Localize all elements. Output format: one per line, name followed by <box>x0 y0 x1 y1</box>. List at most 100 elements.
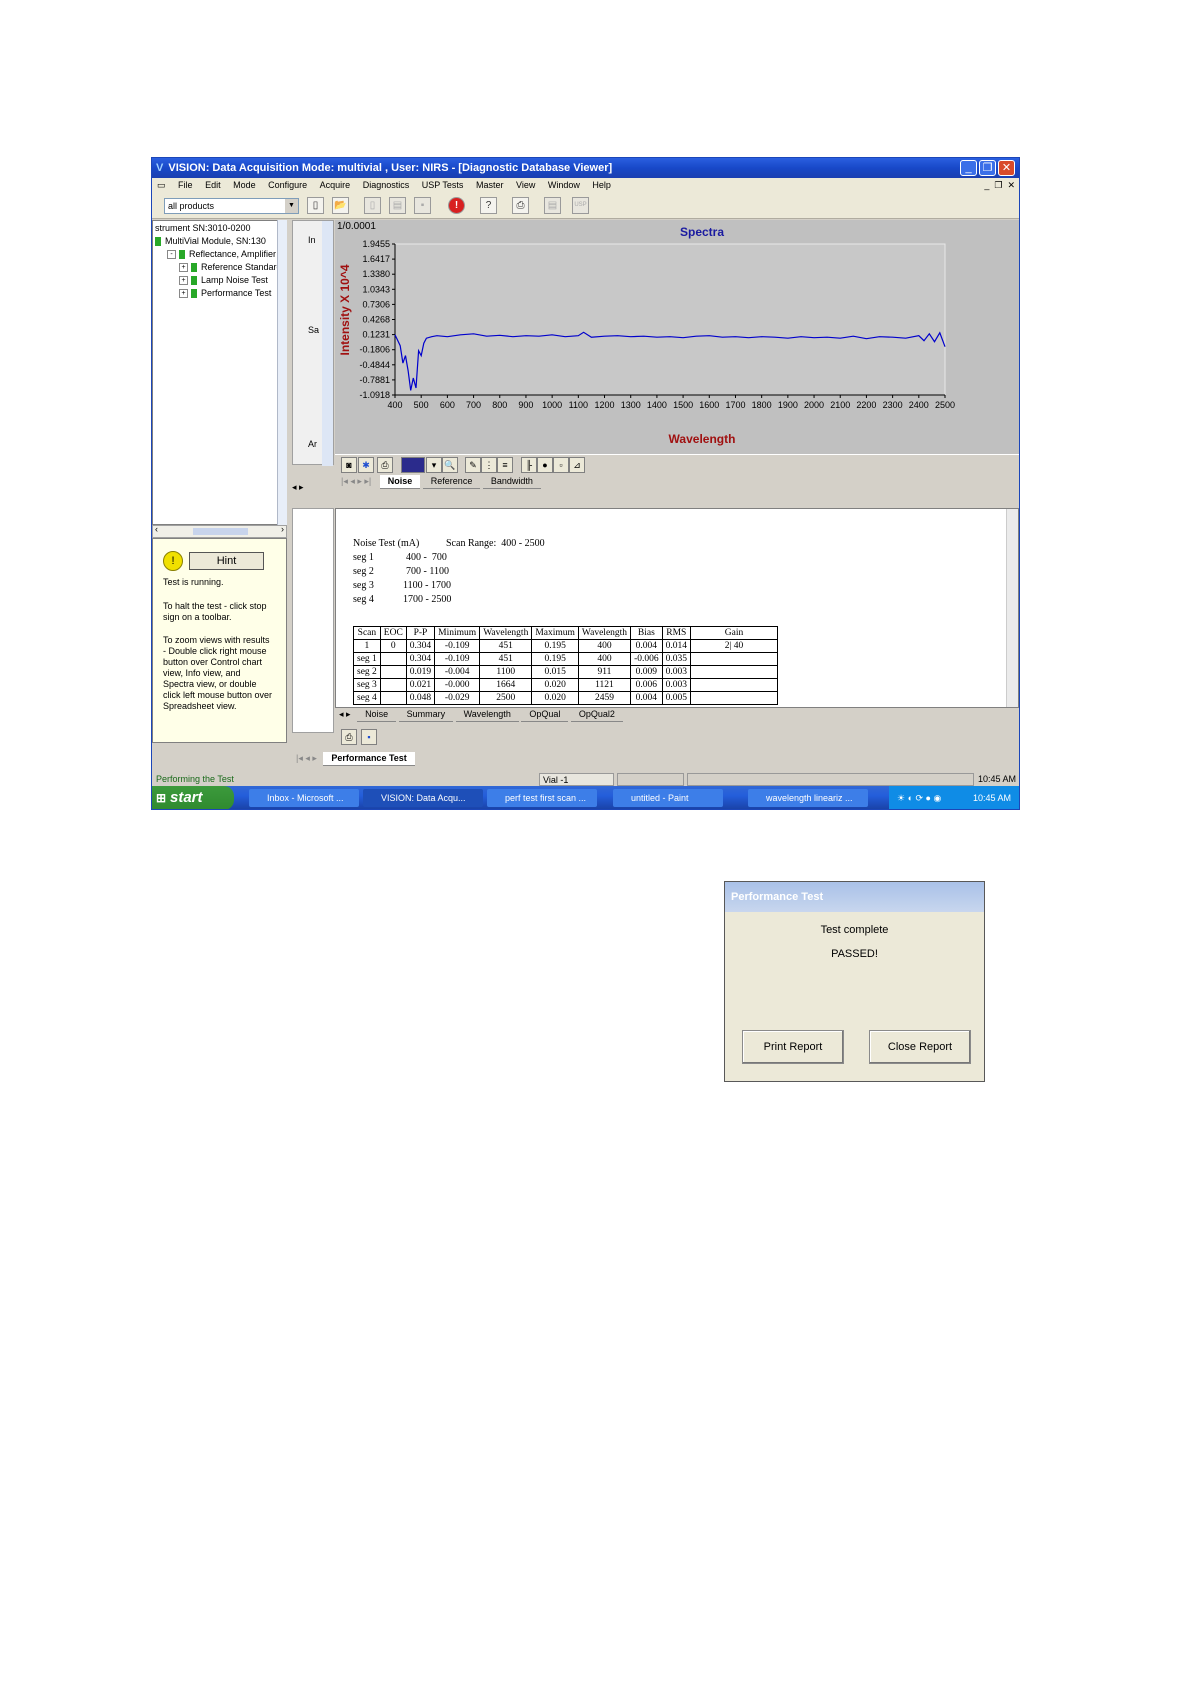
collapse-icon[interactable]: - <box>167 250 176 260</box>
chart-print-icon[interactable]: ⎙ <box>377 457 393 473</box>
print-report-button[interactable]: Print Report <box>742 1030 844 1064</box>
status-text: Performing the Test <box>156 774 234 784</box>
axis-icon[interactable]: ╟ <box>521 457 537 473</box>
tab-noise-report[interactable]: Noise <box>357 708 397 722</box>
tree-node[interactable]: + Lamp Noise Test <box>179 275 268 286</box>
close-button[interactable]: ✕ <box>998 160 1015 176</box>
table-cell <box>689 691 778 705</box>
paste-icon[interactable]: ▤ <box>389 197 406 214</box>
points-icon[interactable]: ● <box>537 457 553 473</box>
tab-nav-arrows[interactable]: |◂ ◂ ▸ ▸| <box>335 476 377 486</box>
menu-master[interactable]: Master <box>471 178 509 193</box>
scroll-left-icon[interactable]: ‹ <box>155 524 158 534</box>
report-icon[interactable]: ▤ <box>544 197 561 214</box>
save-icon[interactable]: ▪ <box>414 197 431 214</box>
menu-usp-tests[interactable]: USP Tests <box>417 178 469 193</box>
table-cell: -0.006 <box>630 652 663 666</box>
mdi-controls[interactable]: _ ❐ ✕ <box>984 178 1015 193</box>
copy-icon[interactable]: ▯ <box>364 197 381 214</box>
tab-opqual2[interactable]: OpQual2 <box>570 708 623 722</box>
task-wavelength[interactable]: wavelength lineariz ... <box>748 789 868 807</box>
tree-node[interactable]: strument SN:3010-0200 <box>155 223 251 233</box>
stop-icon[interactable]: ! <box>448 197 465 214</box>
report-save-icon[interactable]: ▪ <box>361 729 377 745</box>
x-tick-label: 1600 <box>699 400 719 410</box>
restore-button[interactable]: ❐ <box>979 160 996 176</box>
report-scan-range: Scan Range: 400 - 2500 <box>446 538 545 549</box>
new-icon[interactable]: ▯ <box>307 197 324 214</box>
tree-node[interactable]: + Performance Test <box>179 288 271 299</box>
lower-info-panel <box>292 508 334 733</box>
tree-node[interactable]: - Reflectance, Amplifier SN: <box>167 249 286 260</box>
menu-acquire[interactable]: Acquire <box>315 178 356 193</box>
menu-mode[interactable]: Mode <box>228 178 261 193</box>
task-vision[interactable]: VISION: Data Acqu... <box>363 789 483 807</box>
tab-reference[interactable]: Reference <box>422 475 481 489</box>
usp-icon[interactable]: USP <box>572 197 589 214</box>
tree-horizontal-scrollbar[interactable]: ‹ › <box>152 524 287 538</box>
report-scrollbar[interactable] <box>1006 509 1018 707</box>
camera-icon[interactable]: ◙ <box>341 457 357 473</box>
scroll-right-icon[interactable]: › <box>281 524 284 534</box>
taskbar-clock: 10:45 AM <box>972 793 1011 803</box>
task-perf-test[interactable]: perf test first scan ... <box>487 789 597 807</box>
scroll-thumb[interactable] <box>193 528 248 535</box>
color-swatch[interactable] <box>401 457 425 473</box>
print-icon[interactable]: ⎙ <box>512 197 529 214</box>
tab-noise[interactable]: Noise <box>379 475 421 489</box>
info-panel-scrollbar[interactable] <box>322 221 333 466</box>
tree-scrollbar[interactable] <box>277 220 287 525</box>
horizontal-grid-icon[interactable]: ≡ <box>497 457 513 473</box>
expand-icon[interactable]: + <box>179 263 188 273</box>
table-cell: 0.019 <box>405 665 436 679</box>
pen-icon[interactable]: ✎ <box>465 457 481 473</box>
report-print-icon[interactable]: ⎙ <box>341 729 357 745</box>
report-tab-nav[interactable]: ◂ ▸ <box>335 709 355 719</box>
column-header: Maximum <box>531 626 579 640</box>
menu-configure[interactable]: Configure <box>263 178 312 193</box>
color-dropdown-icon[interactable]: ▾ <box>426 457 442 473</box>
menu-help[interactable]: Help <box>587 178 616 193</box>
grid-icon[interactable]: ✱ <box>358 457 374 473</box>
task-inbox[interactable]: Inbox - Microsoft ... <box>249 789 359 807</box>
tray-icons[interactable]: ☀ ◐ ⟳ ● ◉ <box>897 786 941 809</box>
x-tick-label: 2200 <box>856 400 876 410</box>
dropdown-arrow-icon[interactable]: ▼ <box>285 199 298 213</box>
info-panel-hscroll[interactable]: ◂ ▸ <box>292 482 334 496</box>
menu-diagnostics[interactable]: Diagnostics <box>358 178 415 193</box>
table-cell: seg 4 <box>353 691 381 705</box>
zoom-icon[interactable]: 🔍 <box>442 457 458 473</box>
ruler-icon[interactable]: ⊿ <box>569 457 585 473</box>
tab-performance-test[interactable]: Performance Test <box>323 752 415 766</box>
help-cursor-icon[interactable]: ? <box>480 197 497 214</box>
info-panel: In Sa Ar <box>292 220 334 466</box>
y-tick-label: -1.0918 <box>359 390 390 400</box>
task-paint[interactable]: untitled - Paint <box>613 789 723 807</box>
vertical-grid-icon[interactable]: ⋮ <box>481 457 497 473</box>
table-cell: 0.195 <box>531 652 579 666</box>
open-icon[interactable]: 📂 <box>332 197 349 214</box>
close-report-button[interactable]: Close Report <box>869 1030 971 1064</box>
status-panel <box>617 773 684 786</box>
tab-wavelength[interactable]: Wavelength <box>455 708 519 722</box>
tree-node[interactable]: + Reference Standardiz <box>179 262 286 273</box>
tab-bandwidth[interactable]: Bandwidth <box>482 475 541 489</box>
start-button[interactable]: ⊞ start <box>152 786 234 809</box>
tab-opqual[interactable]: OpQual <box>521 708 569 722</box>
menu-view[interactable]: View <box>511 178 540 193</box>
table-cell: 911 <box>577 665 632 679</box>
menu-file[interactable]: File <box>173 178 198 193</box>
menu-edit[interactable]: Edit <box>200 178 226 193</box>
menu-window[interactable]: Window <box>543 178 585 193</box>
tree-node[interactable]: MultiVial Module, SN:130 <box>155 236 266 247</box>
plot-background <box>394 243 946 396</box>
expand-icon[interactable]: + <box>179 289 188 299</box>
minimize-button[interactable]: _ <box>960 160 977 176</box>
hint-button[interactable]: Hint <box>189 552 264 570</box>
product-select[interactable]: all products ▼ <box>164 198 299 214</box>
expand-icon[interactable]: + <box>179 276 188 286</box>
bottom-tab-nav[interactable]: |◂ ◂ ▸ <box>292 753 321 763</box>
tab-summary[interactable]: Summary <box>398 708 454 722</box>
x-tick-label: 500 <box>414 400 429 410</box>
legend-icon[interactable]: ▫ <box>553 457 569 473</box>
